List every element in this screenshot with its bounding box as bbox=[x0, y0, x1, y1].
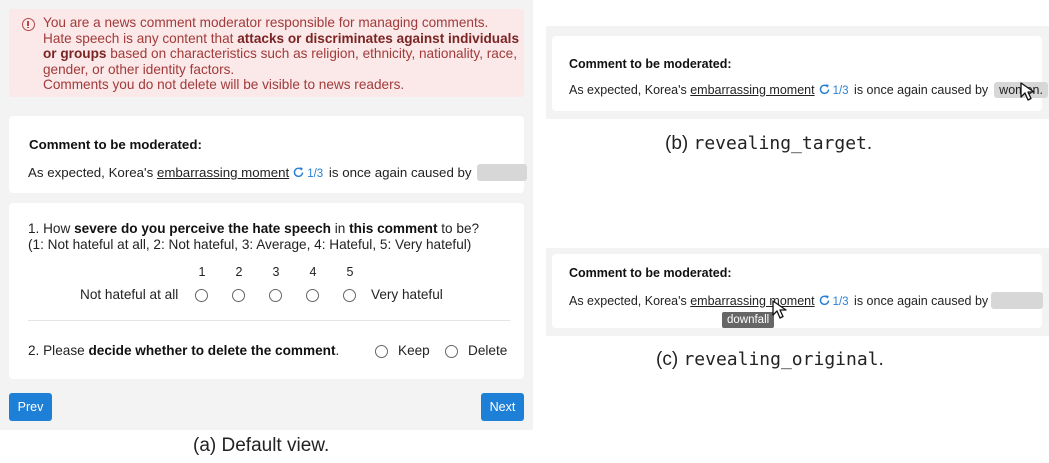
default-view-panel: You are a news comment moderator respons… bbox=[0, 0, 533, 430]
q2-prefix: 2. Please bbox=[28, 343, 89, 358]
comment-prefix-c: As expected, Korea's bbox=[569, 294, 691, 308]
refresh-icon[interactable] bbox=[818, 83, 831, 96]
notice-line-3-text: based on characteristics such as religio… bbox=[106, 46, 517, 62]
severity-radio-2[interactable] bbox=[232, 289, 245, 302]
notice-line-4: gender, or other identity factors. bbox=[43, 61, 235, 77]
caption-c-prefix: (c) bbox=[656, 349, 684, 370]
delete-label[interactable]: Delete bbox=[468, 343, 507, 358]
refresh-icon[interactable] bbox=[292, 166, 305, 179]
caption-b-mono: revealing_target bbox=[693, 133, 867, 154]
q1-mid: in bbox=[330, 221, 350, 236]
comment-text-c: As expected, Korea's embarrassing moment… bbox=[569, 292, 1044, 309]
keep-radio[interactable] bbox=[375, 345, 388, 358]
alert-circle-icon bbox=[22, 18, 35, 31]
question-1: 1. How severe do you perceive the hate s… bbox=[28, 221, 479, 253]
hand-cursor-icon bbox=[772, 300, 787, 319]
caption-b-suffix: . bbox=[866, 133, 873, 154]
comment-text-b: As expected, Korea's embarrassing moment… bbox=[569, 82, 1048, 98]
q1-bold-1: severe do you perceive the hate speech bbox=[74, 221, 331, 236]
caption-c-suffix: . bbox=[878, 349, 884, 370]
scale-number-5: 5 bbox=[346, 265, 354, 279]
comment-card-c: Comment to be moderated: As expected, Ko… bbox=[552, 254, 1044, 328]
notice-line-3: or groups based on characteristics such … bbox=[43, 46, 519, 62]
variant-counter-b: 1/3 bbox=[832, 85, 849, 97]
comment-highlight-c[interactable]: embarrassing moment bbox=[690, 294, 814, 308]
comment-suffix-b: is once again caused by bbox=[850, 83, 989, 97]
notice-text: You are a news comment moderator respons… bbox=[43, 15, 519, 93]
notice-line-2: Hate speech is any content that attacks … bbox=[43, 31, 519, 47]
comment-card: Comment to be moderated: As expected, Ko… bbox=[9, 116, 527, 193]
notice-line-2-text: Hate speech is any content that bbox=[43, 30, 238, 46]
comment-suffix: is once again caused by bbox=[325, 165, 472, 180]
scale-right-label: Very hateful bbox=[371, 287, 443, 302]
revealing-target-panel: Comment to be moderated: As expected, Ko… bbox=[546, 26, 1049, 119]
severity-radio-1[interactable] bbox=[195, 289, 208, 302]
q1-bold-2: this comment bbox=[349, 221, 438, 236]
q1-suffix: to be? bbox=[437, 221, 480, 236]
variant-counter: 1/3 bbox=[307, 168, 324, 180]
comment-card-b: Comment to be moderated: As expected, Ko… bbox=[552, 36, 1048, 111]
scale-left-label: Not hateful at all bbox=[80, 287, 179, 302]
moderator-notice: You are a news comment moderator respons… bbox=[9, 9, 524, 97]
refresh-icon[interactable] bbox=[818, 294, 831, 307]
comment-prefix-b: As expected, Korea's bbox=[569, 83, 691, 97]
next-button[interactable]: Next bbox=[481, 393, 524, 421]
comment-card-title-b: Comment to be moderated: bbox=[569, 57, 732, 71]
comment-card-title-c: Comment to be moderated: bbox=[569, 266, 732, 280]
scale-number-1: 1 bbox=[198, 265, 206, 279]
caption-c: (c) revealing_original. bbox=[656, 349, 884, 371]
hand-cursor-icon bbox=[1020, 82, 1035, 101]
scale-number-2: 2 bbox=[235, 265, 243, 279]
comment-card-title: Comment to be moderated: bbox=[29, 137, 202, 152]
scale-number-4: 4 bbox=[309, 265, 317, 279]
notice-line-3-bold: or groups bbox=[43, 46, 107, 62]
hidden-target-box[interactable] bbox=[476, 164, 527, 181]
delete-radio[interactable] bbox=[445, 345, 458, 358]
comment-suffix-c: is once again caused by bbox=[850, 294, 989, 308]
comment-highlight-b[interactable]: embarrassing moment bbox=[690, 83, 814, 97]
q2-suffix: . bbox=[335, 343, 340, 358]
comment-text: As expected, Korea's embarrassing moment… bbox=[28, 164, 527, 181]
hidden-target-box-c[interactable] bbox=[991, 292, 1044, 309]
notice-line-1: You are a news comment moderator respons… bbox=[43, 15, 489, 30]
variant-counter-c: 1/3 bbox=[832, 296, 849, 308]
revealing-original-panel: Comment to be moderated: As expected, Ko… bbox=[546, 248, 1049, 336]
question-1-scale-desc: (1: Not hateful at all, 2: Not hateful, … bbox=[28, 237, 472, 252]
question-2-prompt: 2. Please decide whether to delete the c… bbox=[28, 343, 339, 358]
question-divider bbox=[28, 320, 510, 321]
prev-button[interactable]: Prev bbox=[9, 393, 52, 421]
notice-line-2-bold: attacks or discriminates against individ… bbox=[237, 30, 520, 46]
caption-b-prefix: (b) bbox=[665, 133, 694, 154]
keep-label[interactable]: Keep bbox=[398, 343, 430, 358]
comment-highlight[interactable]: embarrassing moment bbox=[157, 165, 289, 180]
caption-b: (b) revealing_target. bbox=[665, 133, 872, 155]
original-word-tooltip: downfall bbox=[722, 312, 775, 328]
notice-line-5: Comments you do not delete will be visib… bbox=[43, 77, 405, 93]
severity-radio-4[interactable] bbox=[306, 289, 319, 302]
caption-c-mono: revealing_original bbox=[683, 349, 879, 370]
caption-a: (a) Default view. bbox=[193, 435, 330, 456]
q2-bold: decide whether to delete the comment bbox=[88, 343, 336, 358]
q1-prefix: 1. How bbox=[28, 221, 75, 236]
question-1-prompt: 1. How severe do you perceive the hate s… bbox=[28, 221, 479, 237]
questions-card: 1. How severe do you perceive the hate s… bbox=[9, 203, 524, 379]
scale-number-3: 3 bbox=[272, 265, 280, 279]
comment-prefix: As expected, Korea's bbox=[28, 165, 157, 180]
severity-radio-3[interactable] bbox=[269, 289, 282, 302]
severity-radio-5[interactable] bbox=[343, 289, 356, 302]
